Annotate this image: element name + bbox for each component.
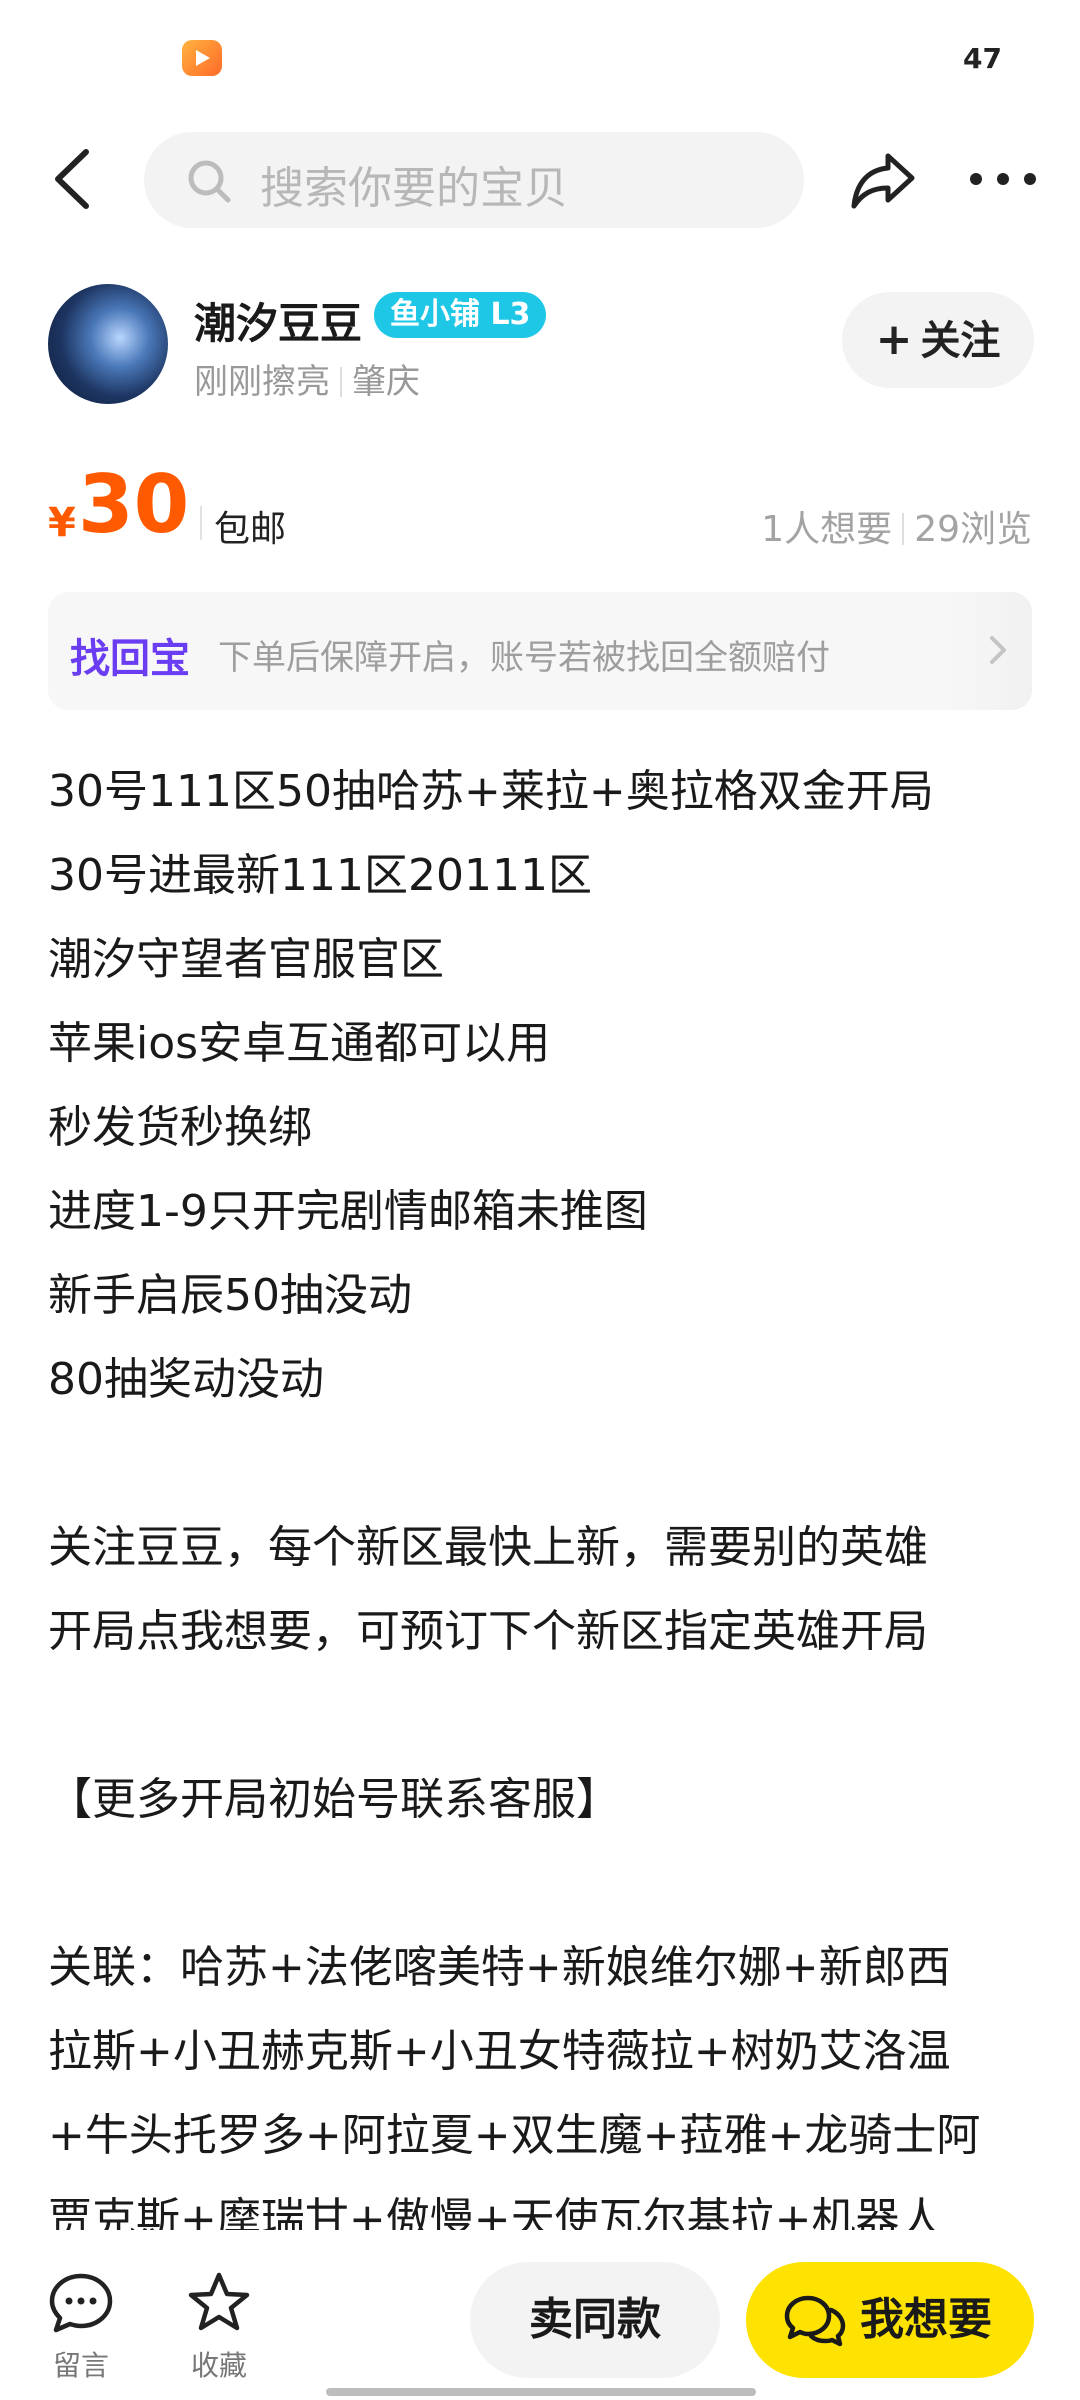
wants-count: 1人想要 bbox=[761, 509, 893, 550]
item-stats: 1人想要 29浏览 bbox=[761, 500, 1032, 552]
share-icon bbox=[851, 153, 915, 209]
chat-bubble-icon bbox=[49, 2273, 113, 2333]
description-line: 新手启辰50抽没动 bbox=[48, 1270, 412, 1321]
favorite-button[interactable]: 收藏 bbox=[174, 2270, 264, 2384]
seller-name[interactable]: 潮汐豆豆 bbox=[194, 290, 362, 351]
seller-meta: 刚刚擦亮 肇庆 bbox=[194, 354, 420, 403]
price-row: ¥ 30 包邮 1人想要 29浏览 bbox=[0, 460, 1080, 560]
back-arrow-icon bbox=[55, 149, 89, 209]
follow-label: 关注 bbox=[920, 318, 1001, 364]
star-icon bbox=[188, 2272, 250, 2331]
want-button[interactable]: 我想要 bbox=[746, 2262, 1034, 2378]
description-line: 贾克斯+摩瑞甘+傲慢+天使瓦尔基拉+机器人 bbox=[48, 2194, 944, 2230]
description-line: 关注豆豆，每个新区最快上新，需要别的英雄 bbox=[48, 1522, 928, 1573]
description-line: 秒发货秒换绑 bbox=[48, 1102, 312, 1153]
seller-header: 潮汐豆豆 鱼小铺 L3 刚刚擦亮 肇庆 + 关注 bbox=[0, 280, 1080, 410]
description-line: 30号111区50抽哈苏+莱拉+奥拉格双金开局 bbox=[48, 766, 934, 817]
stats-divider bbox=[902, 513, 905, 545]
meta-divider bbox=[340, 367, 342, 397]
guarantee-text: 下单后保障开启，账号若被找回全额赔付 bbox=[218, 638, 830, 678]
share-button[interactable] bbox=[850, 146, 916, 212]
seller-location: 肇庆 bbox=[352, 362, 420, 402]
home-indicator[interactable] bbox=[326, 2388, 756, 2396]
favorite-label: 收藏 bbox=[190, 2349, 247, 2382]
price-value: 30 bbox=[78, 458, 190, 551]
want-label: 我想要 bbox=[860, 2294, 992, 2345]
search-input[interactable]: 搜索你要的宝贝 bbox=[144, 132, 804, 228]
status-bar: 47 bbox=[0, 0, 1080, 120]
bottom-action-bar: 留言 收藏 卖同款 我想要 bbox=[0, 2250, 1080, 2400]
views-count: 29浏览 bbox=[914, 509, 1032, 550]
seller-active-text: 刚刚擦亮 bbox=[194, 362, 330, 402]
description-line: 苹果ios安卓互通都可以用 bbox=[48, 1018, 551, 1069]
comment-label: 留言 bbox=[52, 2349, 109, 2382]
item-description: 30号111区50抽哈苏+莱拉+奥拉格双金开局 30号进最新111区20111区… bbox=[48, 750, 1038, 2230]
description-blank bbox=[48, 1422, 1038, 1506]
description-line: 进度1-9只开完剧情邮箱未推图 bbox=[48, 1186, 648, 1237]
shop-level-badge: 鱼小铺 L3 bbox=[374, 292, 547, 338]
search-icon bbox=[188, 160, 231, 203]
chevron-right-icon bbox=[990, 636, 1006, 664]
description-line: 拉斯+小丑赫克斯+小丑女特薇拉+树奶艾洛温 bbox=[48, 2026, 951, 2077]
more-button[interactable] bbox=[968, 166, 1038, 192]
description-line: 潮汐守望者官服官区 bbox=[48, 934, 444, 985]
description-line: 30号进最新111区20111区 bbox=[48, 850, 592, 901]
follow-button[interactable]: + 关注 bbox=[842, 292, 1034, 388]
comment-button[interactable]: 留言 bbox=[36, 2270, 126, 2384]
chat-icon bbox=[784, 2295, 846, 2347]
sell-same-button[interactable]: 卖同款 bbox=[470, 2262, 720, 2378]
top-nav: 搜索你要的宝贝 bbox=[0, 128, 1080, 232]
description-line: 关联：哈苏+法佬喀美特+新娘维尔娜+新郎西 bbox=[48, 1942, 951, 1993]
status-number: 47 bbox=[963, 42, 1002, 75]
price-divider bbox=[200, 506, 202, 540]
shipping-label: 包邮 bbox=[214, 509, 287, 550]
search-placeholder: 搜索你要的宝贝 bbox=[260, 163, 568, 214]
more-dots-icon bbox=[970, 173, 1036, 185]
description-line: +牛头托罗多+阿拉夏+双生魔+菈雅+龙骑士阿 bbox=[48, 2110, 981, 2161]
back-button[interactable] bbox=[46, 146, 106, 212]
description-line: 【更多开局初始号联系客服】 bbox=[48, 1774, 620, 1825]
description-blank bbox=[48, 1674, 1038, 1758]
seller-avatar[interactable] bbox=[48, 284, 168, 404]
guarantee-banner[interactable]: 找回宝 下单后保障开启，账号若被找回全额赔付 bbox=[48, 592, 1032, 710]
play-app-icon bbox=[182, 40, 222, 76]
plus-icon: + bbox=[875, 314, 913, 365]
description-line: 开局点我想要，可预订下个新区指定英雄开局 bbox=[48, 1606, 928, 1657]
price-currency: ¥ bbox=[48, 500, 76, 546]
guarantee-tag: 找回宝 bbox=[70, 636, 190, 682]
description-line: 80抽奖动没动 bbox=[48, 1354, 324, 1405]
description-blank bbox=[48, 1842, 1038, 1926]
